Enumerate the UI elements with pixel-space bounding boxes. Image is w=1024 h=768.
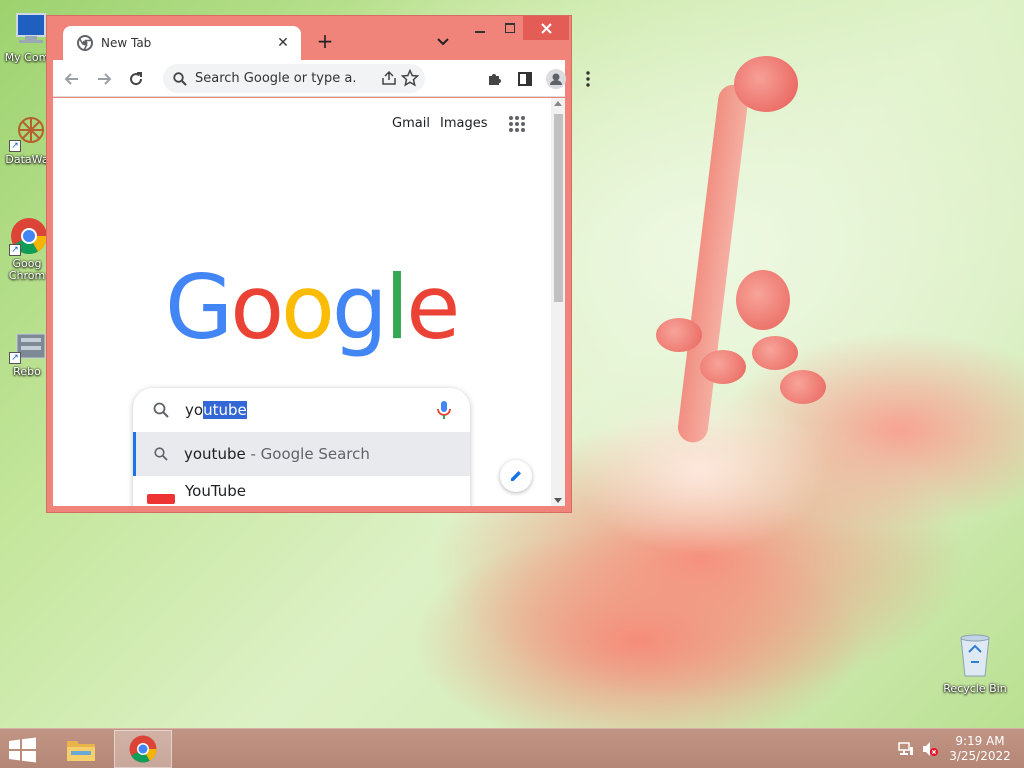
tab-search-chevron-icon[interactable] xyxy=(435,34,451,50)
chrome-window: New Tab ✕ + Search Google or type a... G… xyxy=(46,15,590,513)
microphone-icon[interactable] xyxy=(436,400,452,420)
new-tab-button[interactable]: + xyxy=(315,31,335,52)
youtube-favicon-icon xyxy=(147,494,175,504)
logo-letter: l xyxy=(384,256,410,359)
volume-muted-icon[interactable] xyxy=(922,741,938,757)
bookmark-star-icon[interactable] xyxy=(401,69,419,87)
puzzle-icon xyxy=(489,74,501,85)
taskbar: 9:19 AM 3/25/2022 xyxy=(0,728,1024,768)
suggestion-youtube[interactable]: YouTube xyxy=(133,476,470,506)
network-icon[interactable] xyxy=(898,741,914,757)
logo-letter: g xyxy=(331,256,388,359)
close-icon xyxy=(540,22,552,34)
page-content: Gmail Images Google youtube youtube - Go… xyxy=(53,98,565,506)
close-tab-icon[interactable]: ✕ xyxy=(275,35,291,51)
suggestion-query: youtube xyxy=(184,445,246,463)
search-icon xyxy=(153,402,169,418)
search-dropdown: youtube youtube - Google Search YouTube xyxy=(133,388,470,506)
typed-text: yo xyxy=(185,401,204,419)
wallpaper-flower-anther xyxy=(752,336,798,370)
reload-button[interactable] xyxy=(125,68,147,90)
maximize-icon xyxy=(505,23,515,33)
clock-date: 3/25/2022 xyxy=(949,749,1011,763)
search-input[interactable]: youtube xyxy=(133,388,470,432)
customize-button[interactable] xyxy=(500,460,532,492)
shortcut-arrow-icon: ↗ xyxy=(9,244,21,256)
taskbar-chrome[interactable] xyxy=(114,730,172,768)
tab-new-tab[interactable]: New Tab ✕ xyxy=(63,26,301,60)
pencil-icon xyxy=(511,471,521,481)
folder-icon xyxy=(67,741,95,761)
shortcut-arrow-icon: ↗ xyxy=(9,352,21,364)
omnibox[interactable]: Search Google or type a... xyxy=(163,64,425,93)
suggestion-suffix: - Google Search xyxy=(245,445,370,463)
back-button[interactable] xyxy=(61,68,83,90)
wallpaper-flower-stem xyxy=(676,83,750,445)
logo-letter: o xyxy=(230,256,284,359)
gmail-link[interactable]: Gmail xyxy=(392,116,430,131)
windows-logo-icon xyxy=(9,737,36,763)
computer-icon xyxy=(7,10,47,50)
maximize-button[interactable] xyxy=(493,16,527,40)
minimize-icon xyxy=(475,31,485,33)
wallpaper-flower-anther xyxy=(780,370,826,404)
wallpaper-flower-anther xyxy=(700,350,746,384)
logo-letter: G xyxy=(165,256,233,359)
logo-letter: e xyxy=(406,256,460,359)
datawarrior-icon: ↗ xyxy=(7,112,47,152)
google-logo: Google xyxy=(165,256,460,359)
system-tray xyxy=(896,741,940,759)
side-panel-button[interactable] xyxy=(514,68,536,90)
recycle-bin-icon xyxy=(957,632,993,678)
forward-button[interactable] xyxy=(93,68,115,90)
scroll-thumb[interactable] xyxy=(554,114,563,302)
side-panel-icon xyxy=(518,72,532,86)
wallpaper-flower-anther xyxy=(656,318,702,352)
menu-button[interactable] xyxy=(577,68,599,90)
close-window-button[interactable] xyxy=(523,16,569,40)
start-button[interactable] xyxy=(8,737,38,763)
avatar-icon xyxy=(546,69,566,89)
scroll-up-arrow-icon[interactable] xyxy=(554,101,562,106)
page-scrollbar[interactable] xyxy=(551,98,565,506)
wallpaper-flower-anther xyxy=(736,270,790,330)
apps-grid-icon[interactable] xyxy=(508,115,526,133)
share-icon[interactable] xyxy=(381,70,397,86)
search-icon xyxy=(154,447,168,461)
minimize-button[interactable] xyxy=(463,16,497,40)
back-arrow-icon xyxy=(64,73,78,85)
shortcut-arrow-icon: ↗ xyxy=(9,140,21,152)
clock-time: 9:19 AM xyxy=(955,734,1005,748)
chrome-icon: ↗ xyxy=(7,216,48,256)
chrome-favicon-icon xyxy=(77,35,93,51)
taskbar-clock[interactable]: 9:19 AM 3/25/2022 xyxy=(940,734,1020,764)
extensions-button[interactable] xyxy=(483,68,505,90)
search-icon xyxy=(173,71,187,86)
search-input-text: youtube xyxy=(185,401,247,419)
desktop-icon-label: Recycle Bin xyxy=(943,682,1007,695)
suggestion-google-search[interactable]: youtube - Google Search xyxy=(133,432,470,476)
logo-letter: o xyxy=(281,256,335,359)
chrome-icon xyxy=(129,735,157,763)
taskbar-file-explorer[interactable] xyxy=(52,730,110,768)
profile-button[interactable] xyxy=(545,68,567,90)
autocomplete-selection: utube xyxy=(203,401,247,419)
omnibox-placeholder: Search Google or type a... xyxy=(195,71,355,86)
tab-title: New Tab xyxy=(101,36,152,50)
kebab-menu-icon xyxy=(586,71,590,87)
images-link[interactable]: Images xyxy=(440,116,488,131)
suggestion-text: youtube - Google Search xyxy=(184,445,370,463)
reload-icon xyxy=(130,72,143,86)
browser-toolbar: Search Google or type a... xyxy=(53,60,590,97)
scroll-down-arrow-icon[interactable] xyxy=(554,498,562,503)
window-titlebar[interactable]: New Tab ✕ + xyxy=(47,16,571,60)
reboot-icon: ↗ xyxy=(7,324,47,364)
desktop-icon-recycle-bin[interactable]: Recycle Bin xyxy=(942,632,1008,695)
wallpaper-flower-stamen xyxy=(734,56,798,112)
suggestion-title: YouTube xyxy=(185,482,246,500)
forward-arrow-icon xyxy=(98,73,112,85)
